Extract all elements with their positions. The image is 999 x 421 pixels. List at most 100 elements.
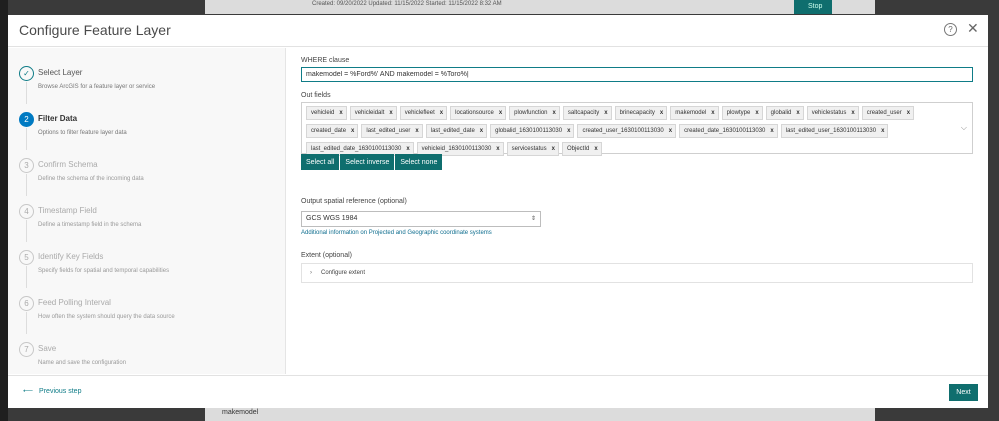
dialog-footer: ⟵ Previous step Next	[8, 375, 988, 408]
select-inverse-button[interactable]: Select inverse	[340, 154, 395, 170]
updown-caret-icon: ⇕	[530, 216, 536, 222]
step-item[interactable]: 5 Identify Key Fields Specify fields for s…	[8, 242, 286, 288]
spatial-reference-label: Output spatial reference (optional)	[301, 198, 407, 205]
select-all-button[interactable]: Select all	[301, 154, 340, 170]
field-chip: ObjectId x	[561, 142, 602, 156]
field-chip: makemodel x	[670, 106, 719, 120]
select-none-button[interactable]: Select none	[395, 154, 443, 170]
dialog-header: Configure Feature Layer ? ✕	[8, 15, 988, 47]
next-button[interactable]: Next	[949, 384, 978, 401]
field-chip: servicestatus x	[506, 142, 559, 156]
field-chip-label: created_user	[866, 110, 902, 116]
field-chip-label: saltcapacity	[567, 110, 600, 116]
step-description: Name and save the configuration	[38, 360, 127, 366]
field-chip: vehiclestatus x	[806, 106, 859, 120]
step-title: Identify Key Fields	[38, 252, 104, 261]
chevron-down-icon[interactable]: ⌵	[961, 123, 967, 133]
remove-field-icon[interactable]: x	[567, 128, 570, 134]
field-chip: brinecapacity x	[614, 106, 668, 120]
step-connector	[26, 128, 27, 150]
step-connector	[26, 174, 27, 196]
remove-field-icon[interactable]: x	[755, 110, 758, 116]
spatial-reference-select[interactable]: GCS WGS 1984 ⇕	[301, 211, 541, 227]
step-number: 2	[19, 112, 34, 127]
field-chip: saltcapacity x	[562, 106, 612, 120]
step-item[interactable]: 6 Feed Polling Interval How often the syst…	[8, 288, 286, 334]
field-chip-label: created_user_1630100113030	[582, 128, 664, 134]
remove-field-icon[interactable]: x	[770, 128, 773, 134]
remove-field-icon[interactable]: x	[796, 110, 799, 116]
configure-extent-label: Configure extent	[321, 270, 366, 276]
step-item[interactable]: 2 Filter Data Options to filter feature la…	[8, 104, 286, 150]
field-chip: vehicleid x	[306, 106, 347, 120]
remove-field-icon[interactable]: x	[907, 110, 910, 116]
step-description: Options to filter feature layer data	[38, 130, 127, 136]
steps-panel: ✓ Select Layer Browse ArcGIS for a feature…	[8, 48, 286, 374]
remove-field-icon[interactable]: x	[881, 128, 884, 134]
field-chip-label: last_edited_date	[430, 128, 475, 134]
close-icon[interactable]: ✕	[967, 21, 979, 35]
step-title: Feed Polling Interval	[38, 298, 111, 307]
where-clause-input[interactable]	[301, 67, 973, 82]
step-description: Define a timestamp field in the schema	[38, 222, 142, 228]
out-fields-label: Out fields	[301, 92, 331, 99]
field-chip-label: created_date	[311, 128, 347, 134]
chevron-right-icon: ›	[310, 270, 312, 276]
step-title: Confirm Schema	[38, 160, 98, 169]
remove-field-icon[interactable]: x	[553, 110, 556, 116]
step-description: Define the schema of the incoming data	[38, 176, 144, 182]
field-chip-label: servicestatus	[511, 146, 547, 152]
field-chip-label: ObjectId	[566, 146, 590, 152]
remove-field-icon[interactable]: x	[604, 110, 607, 116]
step-item[interactable]: 4 Timestamp Field Define a timestamp field…	[8, 196, 286, 242]
configure-extent-toggle[interactable]: › Configure extent	[301, 263, 973, 283]
step-title: Save	[38, 344, 57, 353]
step-item[interactable]: 3 Confirm Schema Define the schema of the …	[8, 150, 286, 196]
field-chip: globalid_1630100113030 x	[490, 124, 575, 138]
remove-field-icon[interactable]: x	[415, 128, 418, 134]
remove-field-icon[interactable]: x	[440, 110, 443, 116]
out-fields-select[interactable]: vehicleid x vehicleidalt x vehiclefleet x loca…	[301, 102, 973, 156]
step-number: 7	[19, 342, 34, 357]
coordinate-systems-link[interactable]: Additional information on Projected and …	[301, 230, 492, 236]
field-chip: last_edited_date x	[425, 124, 488, 138]
step-item[interactable]: 7 Save Name and save the configuration	[8, 334, 286, 380]
step-description: How often the system should query the da…	[38, 314, 175, 320]
field-chip: globalid x	[765, 106, 804, 120]
remove-field-icon[interactable]: x	[339, 110, 342, 116]
remove-field-icon[interactable]: x	[552, 146, 555, 152]
field-chip-label: plowfunction	[514, 110, 548, 116]
step-number: 6	[19, 296, 34, 311]
help-icon[interactable]: ?	[944, 23, 957, 36]
remove-field-icon[interactable]: x	[351, 128, 354, 134]
field-chip: created_date_1630100113030 x	[679, 124, 778, 138]
field-chip-label: last_edited_user	[366, 128, 411, 134]
remove-field-icon[interactable]: x	[389, 110, 392, 116]
remove-field-icon[interactable]: x	[499, 110, 502, 116]
field-chip: locationsource x	[450, 106, 507, 120]
remove-field-icon[interactable]: x	[711, 110, 714, 116]
remove-field-icon[interactable]: x	[406, 146, 409, 152]
field-chip-label: makemodel	[675, 110, 707, 116]
field-chip: plowtype x	[721, 106, 763, 120]
remove-field-icon[interactable]: x	[496, 146, 499, 152]
step-item[interactable]: ✓ Select Layer Browse ArcGIS for a feature…	[8, 58, 286, 104]
remove-field-icon[interactable]: x	[480, 128, 483, 134]
field-chip: created_user x	[861, 106, 915, 120]
remove-field-icon[interactable]: x	[669, 128, 672, 134]
background-meta-text: Created: 09/20/2022 Updated: 11/15/2022 …	[312, 1, 502, 7]
remove-field-icon[interactable]: x	[660, 110, 663, 116]
remove-field-icon[interactable]: x	[851, 110, 854, 116]
field-chip-label: globalid	[770, 110, 792, 116]
field-chip: last_edited_user x	[361, 124, 423, 138]
field-chip-label: last_edited_user_1630100113030	[785, 128, 877, 134]
field-chip: plowfunction x	[509, 106, 560, 120]
field-chip-label: created_date_1630100113030	[684, 128, 766, 134]
step-title: Select Layer	[38, 68, 83, 77]
field-chip-label: plowtype	[726, 110, 751, 116]
remove-field-icon[interactable]: x	[594, 146, 597, 152]
previous-step-button[interactable]: ⟵ Previous step	[23, 387, 81, 396]
step-connector	[26, 312, 27, 334]
background-field-text: makemodel	[222, 409, 259, 416]
field-chip-label: locationsource	[455, 110, 494, 116]
